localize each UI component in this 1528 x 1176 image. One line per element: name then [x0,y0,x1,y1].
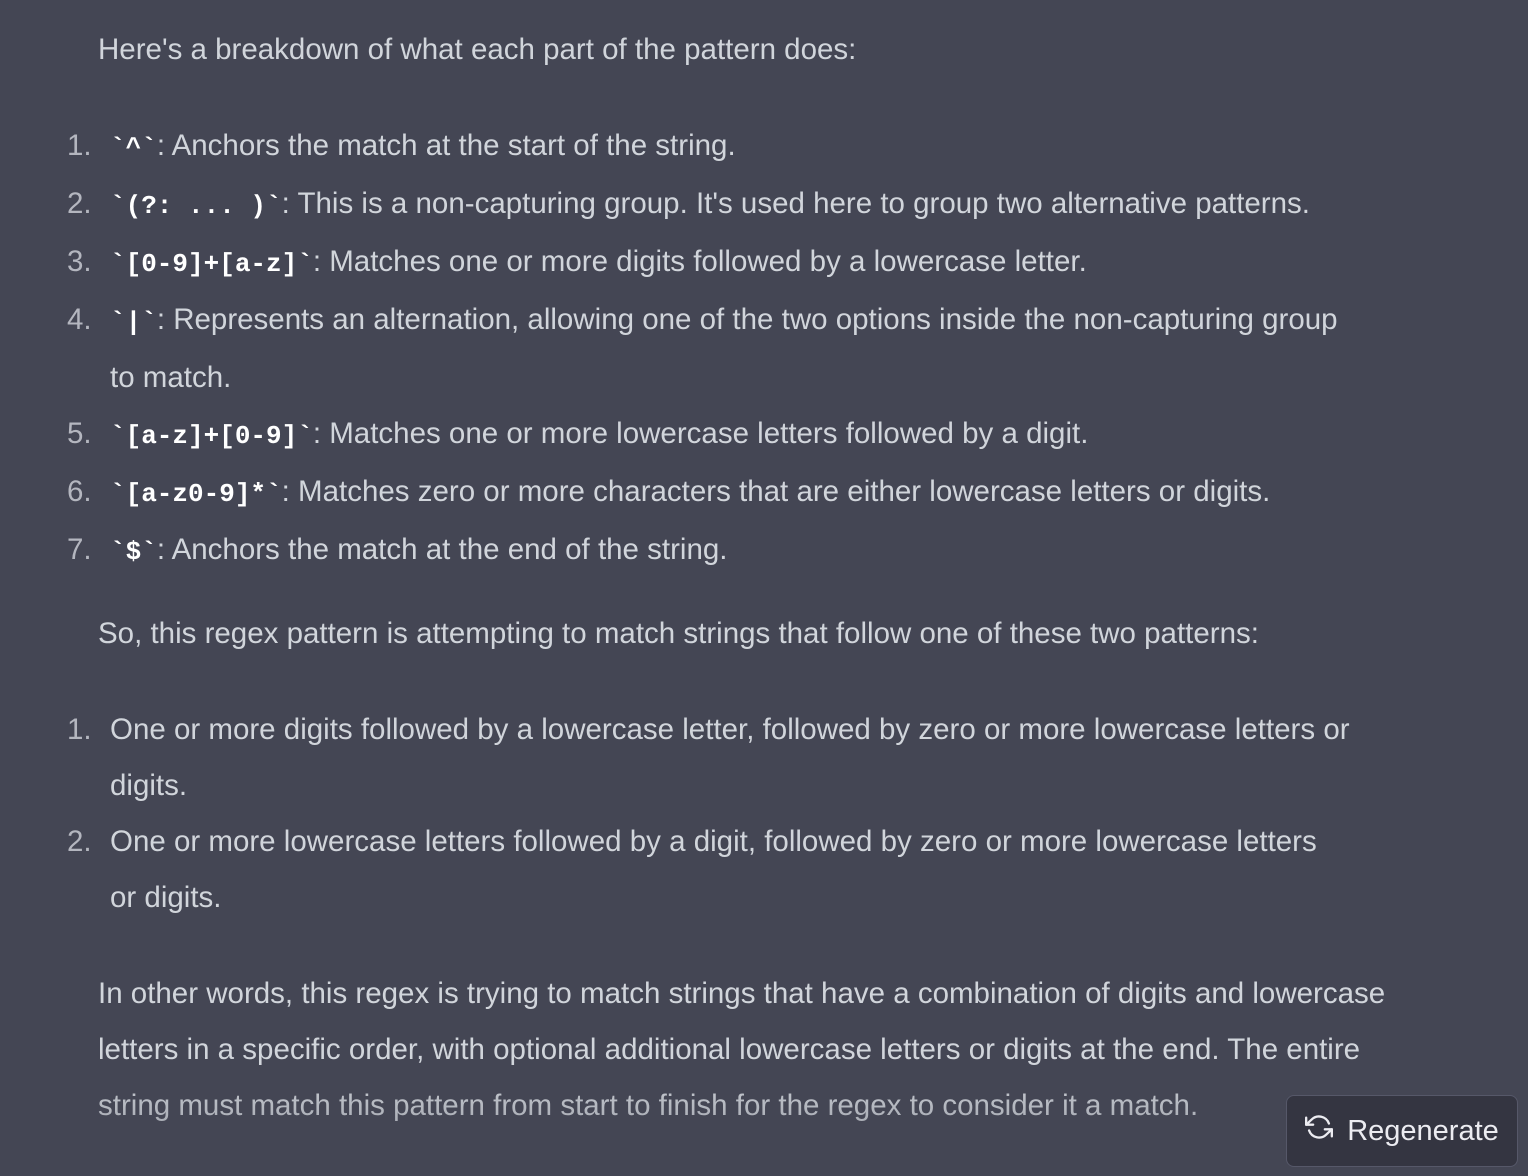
list-item: 1. One or more digits followed by a lower… [0,702,1410,814]
code-snippet: `|` [110,307,157,337]
list-item: 7. `$`: Anchors the match at the end of t… [0,522,1410,580]
list-item: 4. `|`: Represents an alternation, allowi… [0,292,1360,406]
refresh-icon [1305,1113,1334,1149]
list-number: 3. [67,245,92,278]
list-item: 6. `[a-z0-9]*`: Matches zero or more char… [0,464,1410,522]
list-item: 3. `[0-9]+[a-z]`: Matches one or more dig… [0,234,1410,292]
list-number: 5. [67,417,92,450]
list-text: : Anchors the match at the start of the … [156,129,736,162]
regenerate-label: Regenerate [1347,1114,1499,1147]
code-snippet: `[0-9]+[a-z]` [110,249,313,279]
list-item: 1. `^`: Anchors the match at the start of… [0,118,1410,176]
list-text: : Matches zero or more characters that a… [281,475,1271,508]
assistant-message: Here's a breakdown of what each part of … [0,0,1528,1176]
intro-text: Here's a breakdown of what each part of … [98,33,857,66]
list-number: 2. [67,187,92,220]
code-snippet: `[a-z0-9]*` [110,479,282,509]
list-text: : Anchors the match at the end of the st… [156,533,728,566]
list-text: : Matches one or more digits followed by… [312,245,1087,278]
conclusion-text: In other words, this regex is trying to … [98,977,1386,1122]
list-number: 6. [67,475,92,508]
list-item: 5. `[a-z]+[0-9]`: Matches one or more low… [0,406,1410,464]
list-item: 2. One or more lowercase letters followed… [0,814,1330,926]
list-number: 1. [67,713,92,746]
code-snippet: `$` [110,537,157,567]
code-snippet: `(?: ... )` [110,191,282,221]
breakdown-list: 1. `^`: Anchors the match at the start of… [0,118,1528,580]
list-text: : Represents an alternation, allowing on… [110,303,1338,394]
code-snippet: `[a-z]+[0-9]` [110,421,313,451]
list-number: 4. [67,303,92,336]
patterns-list: 1. One or more digits followed by a lower… [0,702,1528,926]
list-number: 2. [67,825,92,858]
list-text: One or more digits followed by a lowerca… [110,713,1350,802]
list-text: : Matches one or more lowercase letters … [312,417,1089,450]
code-snippet: `^` [110,133,157,163]
list-text: : This is a non-capturing group. It's us… [281,187,1310,220]
list-text: One or more lowercase letters followed b… [110,825,1317,914]
list-number: 7. [67,533,92,566]
list-number: 1. [67,129,92,162]
summary-intro-text: So, this regex pattern is attempting to … [98,617,1259,650]
regenerate-button[interactable]: Regenerate [1286,1095,1518,1167]
list-item: 2. `(?: ... )`: This is a non-capturing g… [0,176,1410,234]
